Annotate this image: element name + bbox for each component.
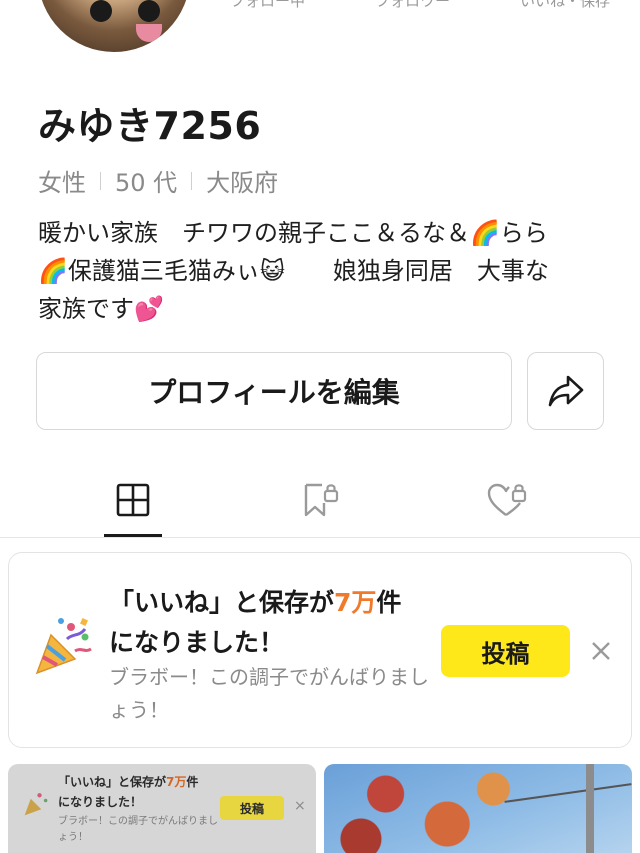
avatar[interactable] [38,0,190,52]
thumbnail-headline-pre: 「いいね」と保存が [58,775,167,789]
profile-meta: 女性 50 代 大阪府 [38,163,278,198]
power-line [504,783,632,803]
username: みゆき7256 [38,104,262,148]
notice-highlight-count: 7万 [334,588,377,617]
milestone-notice-card: 「いいね」と保存が7万件 になりました！ ブラボー！この調子でがんばりましょう！ … [8,552,632,748]
thumbnail-screenshot: 「いいね」と保存が7万件 になりました！ ブラボー！この調子でがんばりましょう！ … [8,764,316,853]
notice-headline: 「いいね」と保存が7万件になりました！ [109,583,439,663]
divider [100,171,101,190]
edit-profile-button[interactable]: プロフィールを編集 [36,352,512,430]
tab-saved[interactable] [260,462,380,538]
thumbnail-highlight-count: 7万 [166,775,187,789]
notice-headline-post: 件 [376,588,402,617]
likes-label[interactable]: いいね・保存 [520,0,610,11]
profile-bio: 暖かい家族 チワワの親子ここ＆るな＆🌈らら 🌈保護猫三毛猫みぃ😺 娘独身同居 大… [38,219,549,323]
notice-headline-post2: になりました！ [109,628,285,657]
utility-pole [586,764,594,853]
post-button[interactable]: 投稿 [441,625,570,677]
grid-icon [116,483,150,517]
tab-posts[interactable] [73,462,193,538]
bookmark-lock-icon [304,483,339,517]
post-thumbnail[interactable]: 「いいね」と保存が7万件 になりました！ ブラボー！この調子でがんばりましょう！ … [8,764,316,853]
thumbnail-headline-post: 件 [186,775,199,789]
active-tab-indicator [104,534,162,537]
share-icon [548,375,583,407]
close-icon[interactable] [589,639,613,663]
notice-subtext: ブラボー！この調子でがんばりましょう！ [109,665,429,722]
age: 50 代 [115,169,178,197]
notice-headline-pre: 「いいね」と保存が [109,588,335,617]
thumbnail-subtext: ブラボー！この調子でがんばりましょう！ [58,816,218,843]
avatar-tongue [136,24,162,42]
share-button[interactable] [527,352,604,430]
thumbnail-close-icon: × [294,798,306,814]
tab-liked[interactable] [447,462,567,538]
profile-tabs [0,462,640,538]
party-popper-icon [35,618,92,675]
location: 大阪府 [206,169,279,197]
following-label[interactable]: フォロー中 [230,0,305,11]
thumbnail-headline: 「いいね」と保存が7万件になりました！ [58,772,218,812]
post-thumbnail[interactable] [324,764,632,853]
profile-stats: フォロー中 フォロワー いいね・保存 [230,0,610,11]
divider [191,171,193,190]
heart-lock-icon [487,483,527,516]
party-popper-icon [24,793,48,816]
avatar-eye [138,0,160,22]
followers-label[interactable]: フォロワー [375,0,450,11]
avatar-eye [90,0,112,22]
gender: 女性 [38,169,86,197]
thumbnail-headline-post2: になりました！ [58,795,143,809]
thumbnail-post-button: 投稿 [220,796,284,820]
